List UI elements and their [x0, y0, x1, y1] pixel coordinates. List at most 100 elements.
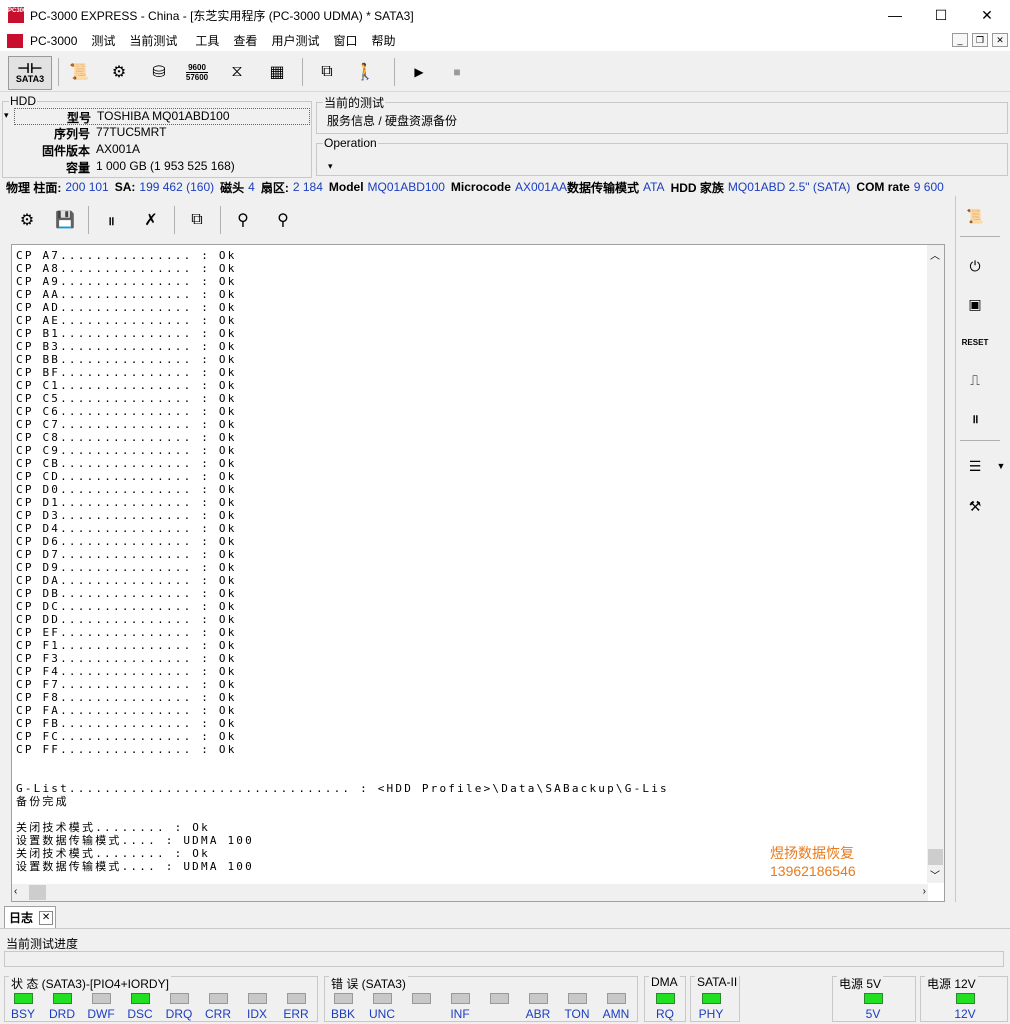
status-led: IDX — [237, 993, 277, 1021]
power-toggle-icon[interactable]: ⏻ — [960, 252, 990, 280]
dropdown-arrow-icon[interactable]: ▼ — [994, 452, 1008, 480]
log-line: CP CD............... : Ok — [16, 470, 237, 483]
led-label: 5V — [865, 1007, 881, 1021]
app-logo-icon — [7, 33, 23, 48]
log-line: CP DB............... : Ok — [16, 587, 237, 600]
tab-log[interactable]: 日志 ✕ — [4, 906, 56, 928]
menu-test[interactable]: 测试 — [84, 32, 122, 49]
mdi-minimize-button[interactable]: _ — [952, 33, 968, 47]
log-line: CP BB............... : Ok — [16, 353, 237, 366]
state-group-title: 状 态 (SATA3)-[PIO4+IORDY] — [9, 975, 171, 992]
close-button[interactable]: ✕ — [964, 0, 1010, 30]
status-led: DRQ — [159, 993, 199, 1021]
phys-mode-value: ATA — [643, 180, 665, 194]
progress-label: 当前测试进度 — [6, 937, 79, 951]
windows-cascade-icon[interactable]: ⧉ — [312, 58, 342, 86]
controller-chip-icon[interactable]: ▣ — [960, 290, 990, 318]
window-title: PC-3000 EXPRESS - China - [东芝实用程序 (PC-30… — [30, 8, 414, 23]
log-panel[interactable]: CP A7............... : Ok CP A8..........… — [11, 244, 945, 902]
minimize-button[interactable]: — — [872, 0, 918, 30]
status-led: 12V — [945, 993, 985, 1021]
log-settings-icon[interactable]: ⚙ — [12, 206, 42, 234]
head-stack-icon[interactable]: ☰ — [960, 452, 990, 480]
current-test-value: 服务信息 / 硬盘资源备份 — [327, 114, 458, 128]
menu-tools[interactable]: 工具 — [188, 32, 226, 49]
led-lamp — [286, 993, 306, 1004]
close-tab-icon[interactable]: ✕ — [39, 910, 54, 925]
stop-icon[interactable]: ■ — [442, 58, 472, 86]
menu-current-test[interactable]: 当前测试 — [122, 32, 184, 49]
status-led: DRD — [42, 993, 82, 1021]
log-line: CP AE............... : Ok — [16, 314, 237, 327]
operation-dropdown-icon[interactable]: ▾ — [328, 161, 333, 172]
play-icon[interactable]: ▶ — [404, 58, 434, 86]
led-label: ERR — [283, 1007, 309, 1021]
menu-pc3000[interactable]: PC-3000 — [23, 34, 84, 48]
log-line: CP BF............... : Ok — [16, 366, 237, 379]
led-label: AMN — [602, 1007, 630, 1021]
switch-icon[interactable]: ⎍ — [960, 366, 990, 394]
led-label: IDX — [246, 1007, 267, 1021]
scroll-thumb[interactable] — [928, 849, 943, 865]
sata3-port-button[interactable]: ⊣⊢ SATA3 — [8, 56, 52, 90]
scroll-up-icon[interactable]: ︿ — [930, 247, 940, 262]
right-tool-panel: 📜 ⏻ ▣ RESET ⎍ ॥ ☰ ▼ ⚒ — [955, 196, 1010, 902]
hdd-model-value: TOSHIBA MQ01ABD100 — [97, 109, 230, 123]
maximize-button[interactable]: ☐ — [918, 0, 964, 30]
log-save-icon[interactable]: 💾 — [50, 206, 80, 234]
drive-info-icon[interactable]: 📜 — [64, 58, 94, 86]
pause-icon[interactable]: ॥ — [960, 404, 990, 432]
toolbar-separator — [174, 206, 175, 234]
led-lamp — [247, 993, 267, 1004]
copy-icon[interactable]: ⧉ — [182, 206, 212, 234]
mdi-close-button[interactable]: ✕ — [992, 33, 1008, 47]
phys-model-label: Model — [328, 180, 364, 194]
head-map-icon[interactable]: ⧖ — [222, 58, 252, 86]
menu-help[interactable]: 帮助 — [364, 32, 402, 49]
scroll-down-icon[interactable]: ﹀ — [930, 867, 940, 882]
run-script-icon[interactable]: 🚶 — [350, 58, 380, 86]
toolbar-separator — [220, 206, 221, 234]
operation-title: Operation — [324, 136, 377, 150]
hdd-model-label: 型号 — [66, 111, 91, 125]
led-label: TON — [564, 1007, 590, 1021]
settings-gear-icon[interactable]: ⚙ — [104, 58, 134, 86]
led-lamp — [411, 993, 431, 1004]
pause-icon[interactable]: ॥ — [96, 206, 126, 234]
log-line: CP DC............... : Ok — [16, 600, 237, 613]
hdd-dropdown-icon[interactable]: ▾ — [4, 110, 9, 121]
phys-mode-label: 数据传输模式 — [566, 180, 639, 195]
hscroll-thumb[interactable] — [29, 885, 46, 900]
led-lamp — [863, 993, 883, 1004]
menu-user-tests[interactable]: 用户测试 — [264, 32, 326, 49]
vertical-scrollbar[interactable]: ︿ ﹀ — [927, 245, 944, 883]
reset-icon[interactable]: RESET — [960, 328, 990, 356]
scroll-left-icon[interactable]: ‹ — [14, 886, 17, 897]
drive-info-icon[interactable]: 📜 — [960, 202, 990, 230]
find-next-icon[interactable]: ⚲ — [268, 206, 298, 234]
mdi-restore-button[interactable]: ❐ — [972, 33, 988, 47]
baud-rate-button[interactable]: 9600 57600 — [182, 58, 212, 86]
error-led-group: 错 误 (SATA3) BBK UNC INF ABR TON AMN — [324, 975, 638, 1022]
dma-led-group: DMA RQ — [644, 975, 686, 1022]
menu-window[interactable]: 窗口 — [326, 32, 364, 49]
phys-cyl-label: 物理 柱面: — [6, 180, 62, 195]
phys-zones-label: 扇区: — [260, 180, 289, 195]
watermark: 煜扬数据恢复 13962186546 — [770, 844, 856, 880]
hdd-group-title: HDD — [10, 94, 36, 108]
horizontal-scrollbar[interactable]: ‹ › — [12, 884, 928, 901]
menu-view[interactable]: 查看 — [226, 32, 264, 49]
scroll-right-icon[interactable]: › — [923, 886, 926, 897]
led-label: BBK — [330, 1007, 355, 1021]
clear-log-icon[interactable]: ✗ — [136, 206, 166, 234]
grid-table-icon[interactable]: ▦ — [262, 58, 292, 86]
find-icon[interactable]: ⚲ — [228, 206, 258, 234]
baud-bottom-label: 57600 — [185, 71, 209, 82]
state-led-group: 状 态 (SATA3)-[PIO4+IORDY] BSY DRD DWF DSC DRQ… — [4, 975, 318, 1022]
disk-icon[interactable]: ⛁ — [144, 58, 174, 86]
log-line: CP CB............... : Ok — [16, 457, 237, 470]
dma-group-title: DMA — [649, 975, 680, 989]
tools-icon[interactable]: ⚒ — [960, 492, 990, 520]
